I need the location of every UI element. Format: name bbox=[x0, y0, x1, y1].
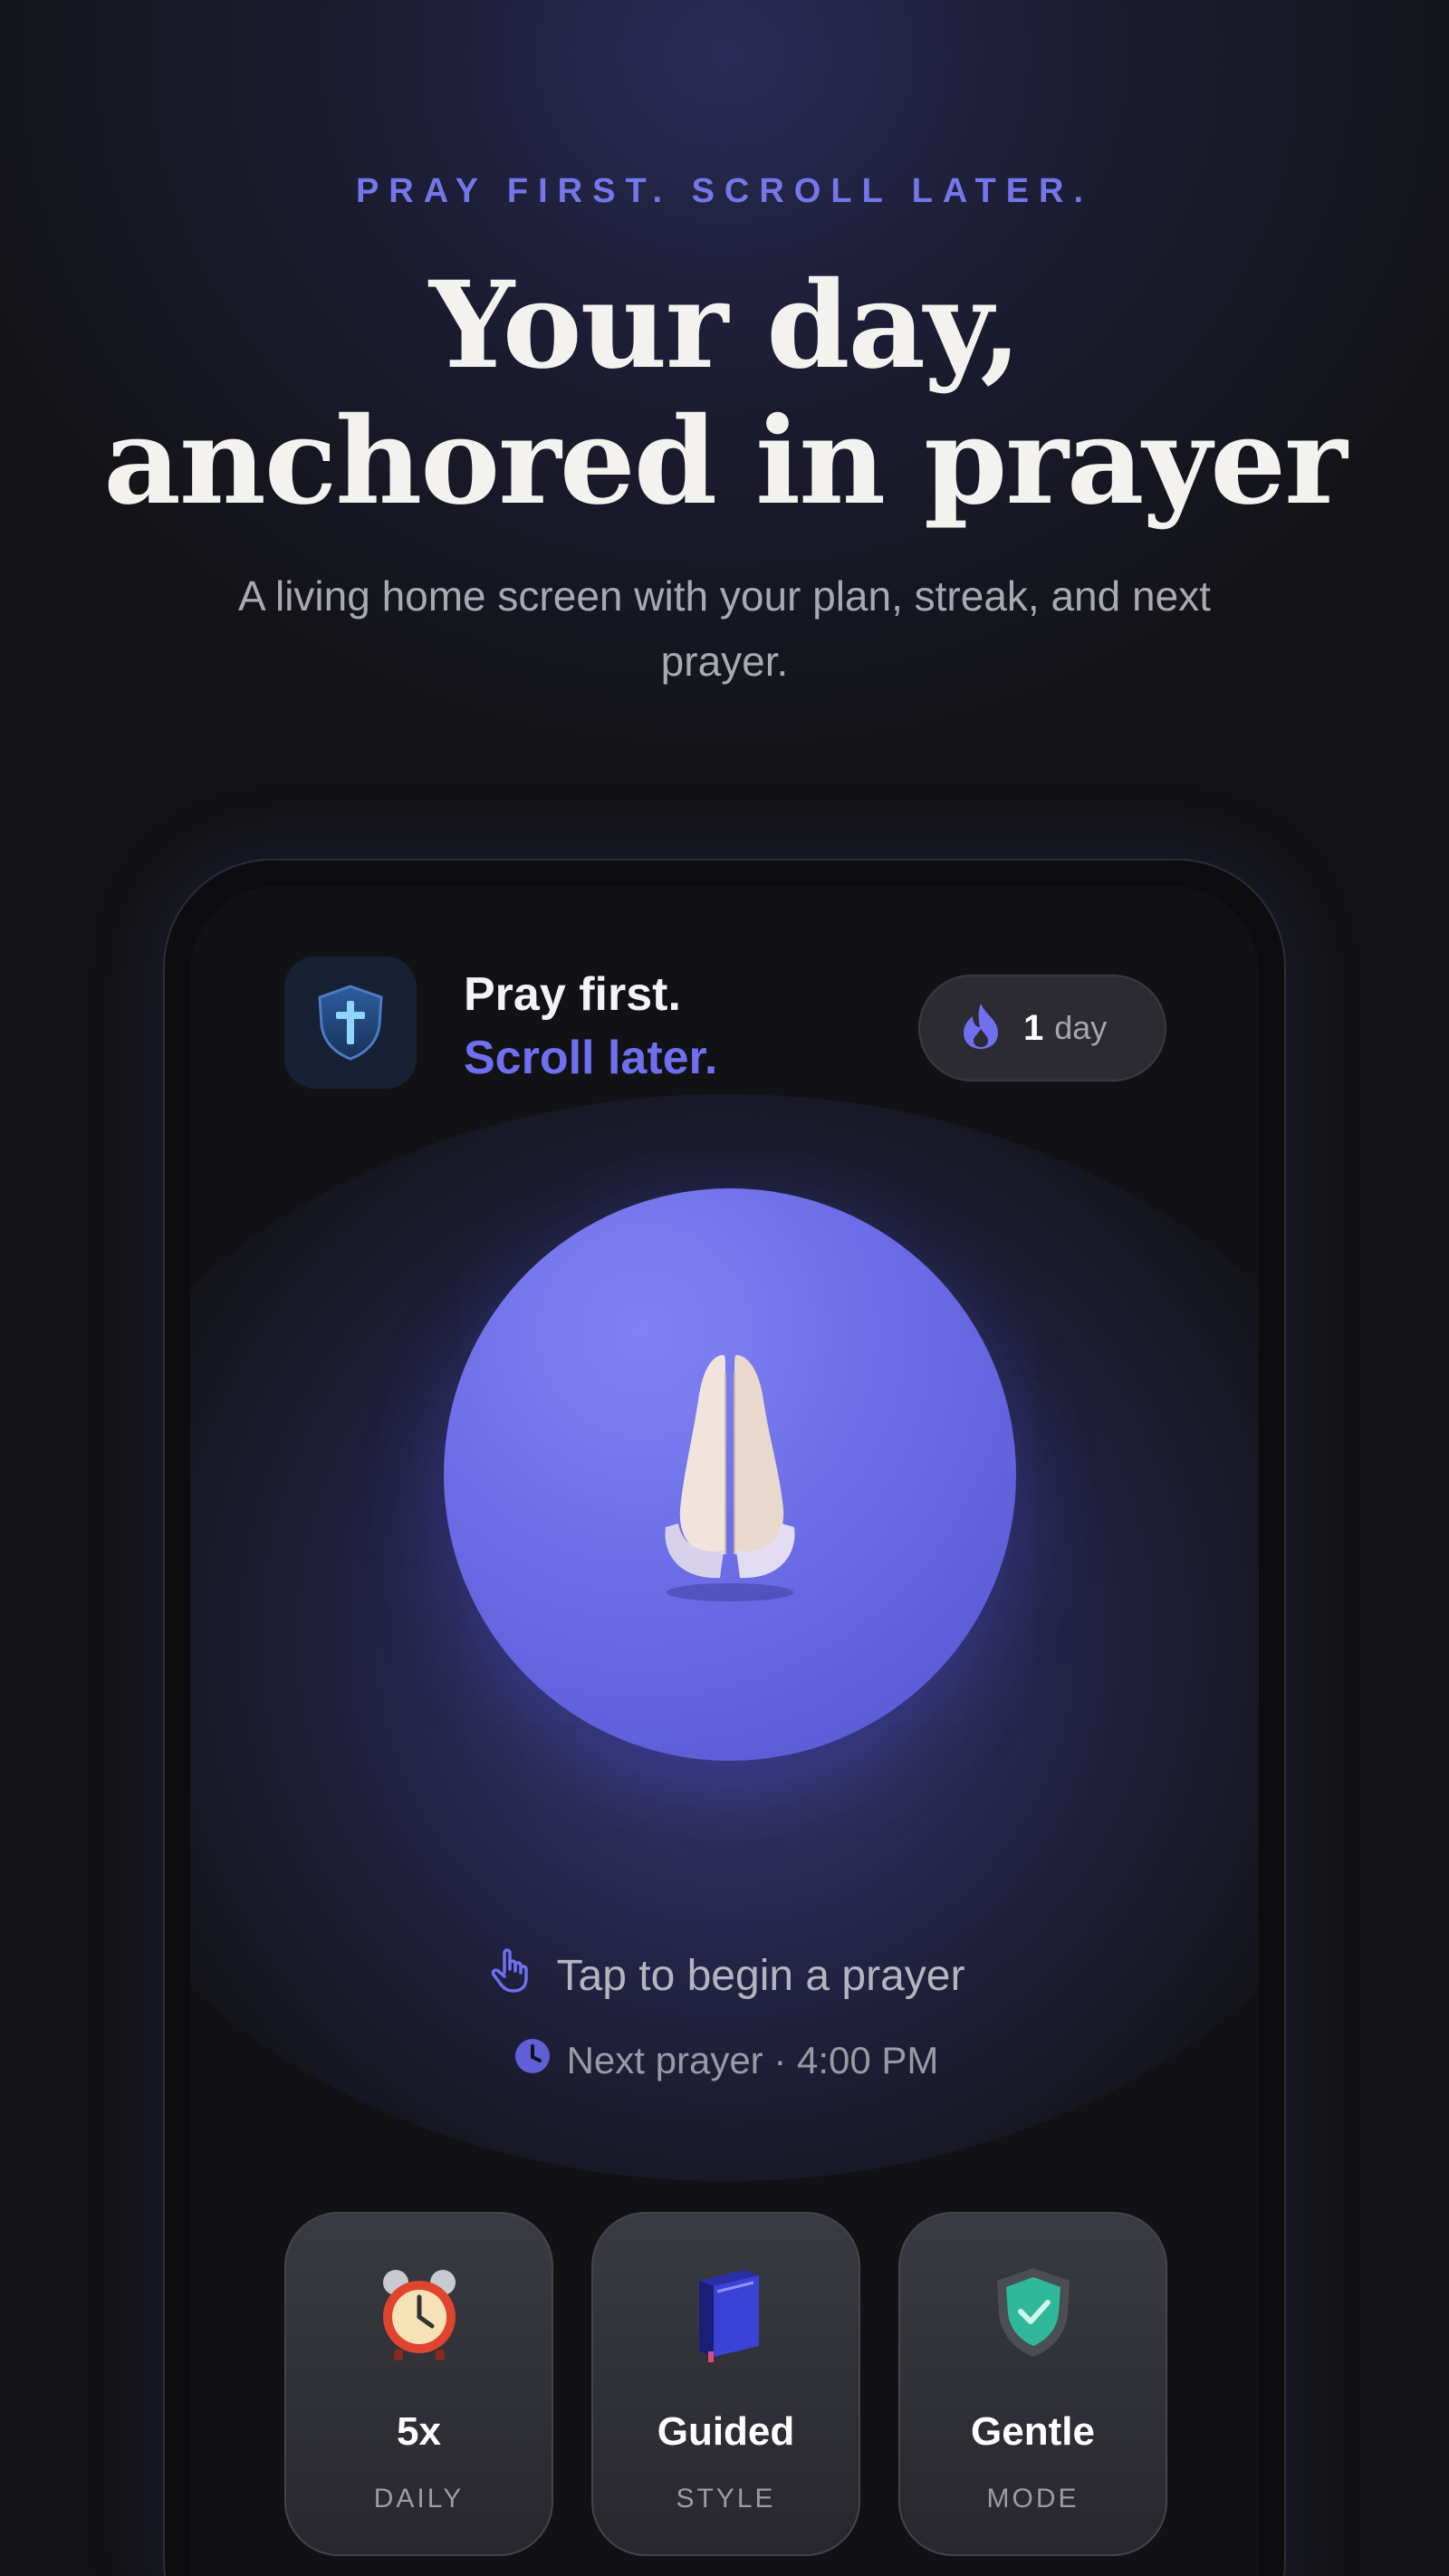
streak-unit: day bbox=[1054, 1009, 1108, 1046]
card-frequency-value: 5x bbox=[397, 2409, 441, 2454]
brand-line-1: Pray first. bbox=[464, 968, 681, 1021]
eyebrow-tagline: PRAY FIRST. SCROLL LATER. bbox=[355, 172, 1094, 210]
brand-line-2: Scroll later. bbox=[464, 1032, 718, 1084]
alarm-clock-icon bbox=[286, 2263, 552, 2362]
card-mode-label: MODE bbox=[986, 2484, 1080, 2514]
flame-icon bbox=[960, 1002, 1002, 1055]
card-frequency-label: DAILY bbox=[373, 2484, 465, 2514]
phone-mockup: Pray first. Scroll later. 1 day Tap to b… bbox=[163, 859, 1286, 2576]
hero-title-line-2: anchored in prayer bbox=[103, 391, 1347, 532]
begin-prayer-button[interactable] bbox=[444, 1188, 1016, 1761]
praying-hands-icon bbox=[626, 1337, 834, 1613]
streak-badge[interactable]: 1 day bbox=[918, 975, 1166, 1081]
next-prayer-row: Next prayer · 4:00 PM bbox=[190, 2038, 1259, 2083]
shield-cross-icon bbox=[284, 956, 417, 1089]
card-frequency[interactable]: 5x DAILY bbox=[284, 2212, 553, 2556]
card-mode-value: Gentle bbox=[971, 2409, 1095, 2454]
card-mode[interactable]: Gentle MODE bbox=[898, 2212, 1167, 2556]
hero-title-line-1: Your day, bbox=[428, 255, 1022, 396]
hero-subtitle: A living home screen with your plan, str… bbox=[238, 572, 1211, 685]
card-style[interactable]: Guided STYLE bbox=[591, 2212, 860, 2556]
tap-prompt-text: Tap to begin a prayer bbox=[556, 1951, 965, 2000]
card-style-label: STYLE bbox=[676, 2484, 776, 2514]
clock-icon bbox=[514, 2038, 551, 2083]
next-prayer-text: Next prayer · 4:00 PM bbox=[566, 2039, 939, 2081]
plan-cards: 5x DAILY Guided STYLE Gentle MODE bbox=[284, 2212, 1168, 2556]
phone-screen: Pray first. Scroll later. 1 day Tap to b… bbox=[190, 886, 1259, 2576]
card-style-value: Guided bbox=[657, 2409, 795, 2454]
shield-check-icon bbox=[900, 2263, 1166, 2362]
tap-hand-icon bbox=[488, 1946, 537, 2005]
tap-prompt[interactable]: Tap to begin a prayer bbox=[190, 1946, 1259, 2005]
hero-title: Your day, anchored in prayer bbox=[0, 258, 1449, 530]
streak-count: 1 bbox=[1023, 1007, 1044, 1048]
book-icon bbox=[593, 2263, 859, 2362]
